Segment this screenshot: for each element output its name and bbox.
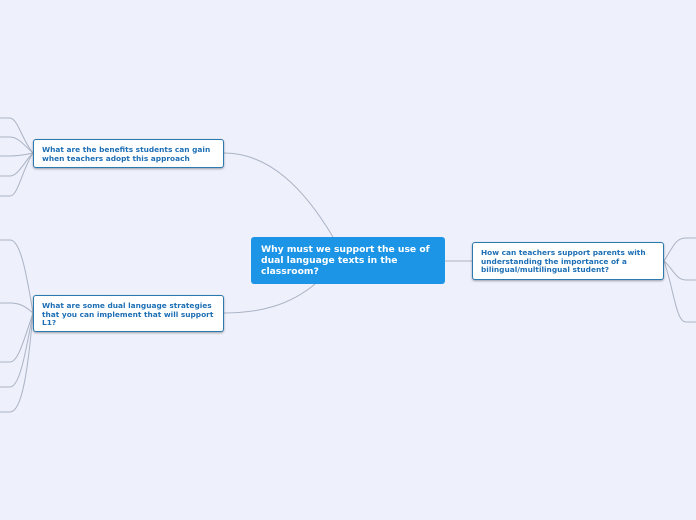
topic-benefits[interactable]: What are the benefits students can gain … (33, 139, 224, 168)
leaf-underline (0, 239, 10, 413)
topic-parents[interactable]: How can teachers support parents with un… (472, 242, 664, 280)
leaf-connector (663, 237, 687, 262)
leaf-connector (9, 312, 34, 413)
leaf-connector (9, 312, 34, 363)
connector-benefits (223, 152, 334, 238)
leaf-connector (9, 152, 34, 197)
leaf-connector (9, 239, 34, 314)
leaf-connector (9, 152, 34, 157)
leaf-connector (9, 152, 34, 177)
leaf-underline (0, 117, 10, 197)
leaf-connector (9, 136, 34, 154)
leaf-underline (686, 237, 696, 323)
topic-strategies[interactable]: What are some dual language strategies t… (33, 295, 224, 332)
leaf-connector (9, 302, 34, 314)
leaf-connector (663, 260, 687, 323)
connector-strategies (223, 283, 316, 314)
leaf-connector (9, 117, 34, 154)
central-topic[interactable]: Why must we support the use of dual lang… (251, 237, 445, 284)
